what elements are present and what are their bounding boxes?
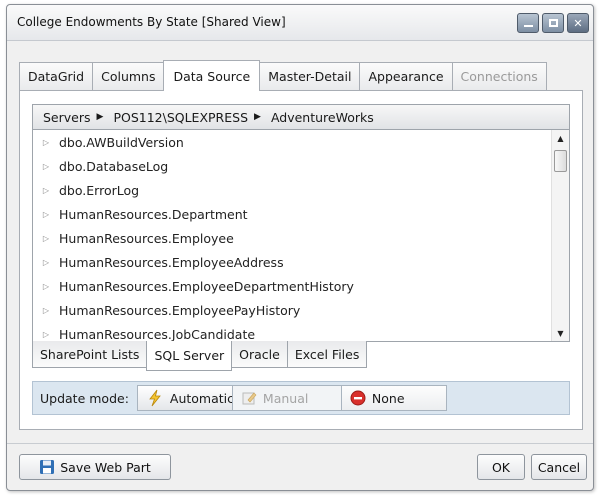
chevron-right-icon: ▶: [96, 112, 104, 122]
tree-item[interactable]: ▷ HumanResources.Employee: [33, 226, 553, 250]
tree-item-label: HumanResources.Employee: [59, 230, 234, 246]
update-mode-label: Update mode:: [40, 390, 129, 406]
source-type-tabs: SharePoint Lists SQL Server Oracle Excel…: [32, 341, 368, 371]
tab-oracle[interactable]: Oracle: [231, 341, 288, 368]
tree-item-label: dbo.ErrorLog: [59, 182, 140, 198]
scroll-up-icon[interactable]: ▲: [552, 130, 569, 146]
close-button[interactable]: ✕: [567, 13, 589, 33]
tab-data-source[interactable]: Data Source: [163, 60, 261, 91]
data-source-panel: Servers ▶ POS112\SQLEXPRESS ▶ AdventureW…: [19, 90, 583, 430]
main-tabs: DataGrid Columns Data Source Master-Deta…: [19, 60, 547, 91]
title-bar[interactable]: College Endowments By State [Shared View…: [7, 5, 593, 41]
manual-mode-button: Manual: [231, 385, 342, 411]
tab-sharepoint-lists[interactable]: SharePoint Lists: [32, 341, 148, 368]
tab-label: Data Source: [173, 68, 251, 84]
window-title: College Endowments By State [Shared View…: [17, 15, 286, 29]
window-controls: ✕: [517, 13, 589, 33]
breadcrumb-servers[interactable]: Servers ▶: [43, 110, 113, 125]
tree-item[interactable]: ▷ dbo.ErrorLog: [33, 178, 553, 202]
tab-label: SQL Server: [154, 348, 225, 363]
scroll-down-icon[interactable]: ▼: [552, 325, 569, 341]
tab-label: Connections: [460, 69, 538, 84]
breadcrumb-label: POS112\SQLEXPRESS: [113, 109, 249, 125]
tree-item-label: dbo.DatabaseLog: [59, 158, 169, 174]
footer-divider: [7, 443, 593, 444]
mode-label: Automatic: [169, 390, 235, 406]
tab-label: Oracle: [239, 346, 280, 362]
expand-arrow-icon[interactable]: ▷: [33, 234, 59, 243]
save-disk-icon: [39, 459, 55, 475]
tree-item[interactable]: ▷ dbo.DatabaseLog: [33, 154, 553, 178]
ok-button[interactable]: OK: [477, 454, 525, 480]
tab-label: DataGrid: [28, 69, 85, 84]
minimize-button[interactable]: [517, 13, 539, 33]
tab-appearance[interactable]: Appearance: [359, 62, 453, 90]
expand-arrow-icon[interactable]: ▷: [33, 186, 59, 195]
tree-item[interactable]: ▷ dbo.AWBuildVersion: [33, 130, 553, 154]
expand-arrow-icon[interactable]: ▷: [33, 306, 59, 315]
expand-arrow-icon[interactable]: ▷: [33, 138, 59, 147]
breadcrumb-label: AdventureWorks: [270, 109, 374, 125]
manual-edit-icon: [241, 390, 257, 406]
tab-master-detail[interactable]: Master-Detail: [259, 62, 361, 90]
tree-item-label: HumanResources.EmployeePayHistory: [59, 302, 301, 318]
tab-excel-files[interactable]: Excel Files: [286, 341, 368, 368]
tree-item-label: HumanResources.EmployeeAddress: [59, 254, 284, 270]
tree-item[interactable]: ▷ HumanResources.Department: [33, 202, 553, 226]
expand-arrow-icon[interactable]: ▷: [33, 282, 59, 291]
tab-sql-server[interactable]: SQL Server: [146, 341, 233, 371]
tab-connections: Connections: [451, 62, 547, 90]
tab-label: Master-Detail: [268, 69, 352, 84]
expand-arrow-icon[interactable]: ▷: [33, 162, 59, 171]
close-icon: ✕: [573, 16, 583, 30]
mode-label: Manual: [262, 390, 309, 406]
automatic-mode-button[interactable]: Automatic: [136, 385, 235, 411]
tab-label: SharePoint Lists: [40, 346, 140, 362]
tab-label: Excel Files: [294, 346, 360, 362]
lightning-icon: [146, 389, 164, 407]
tree-item-label: HumanResources.JobCandidate: [59, 326, 256, 342]
save-web-part-button[interactable]: Save Web Part: [19, 454, 171, 480]
tab-label: Appearance: [368, 69, 444, 84]
chevron-right-icon: ▶: [254, 112, 261, 122]
button-label: Save Web Part: [60, 459, 151, 475]
tab-columns[interactable]: Columns: [92, 62, 165, 90]
update-mode-bar: Update mode: Automatic Manual None: [32, 381, 570, 415]
expand-arrow-icon[interactable]: ▷: [33, 258, 59, 267]
table-tree: ▷ dbo.AWBuildVersion ▷ dbo.DatabaseLog ▷…: [32, 130, 570, 342]
cancel-button[interactable]: Cancel: [531, 454, 587, 480]
tree-scrollbar[interactable]: ▲ ▼: [551, 130, 569, 341]
tree-item[interactable]: ▷ HumanResources.JobCandidate: [33, 322, 553, 342]
stop-icon: [350, 390, 366, 406]
scroll-thumb[interactable]: [554, 150, 567, 172]
expand-arrow-icon[interactable]: ▷: [33, 330, 59, 339]
tree-item[interactable]: ▷ HumanResources.EmployeeAddress: [33, 250, 553, 274]
tree-item-label: HumanResources.EmployeeDepartmentHistory: [59, 278, 354, 294]
tree-item[interactable]: ▷ HumanResources.EmployeePayHistory: [33, 298, 553, 322]
dialog-window: College Endowments By State [Shared View…: [6, 4, 594, 491]
none-mode-button[interactable]: None: [340, 385, 447, 411]
button-label: OK: [491, 459, 511, 475]
breadcrumb-database[interactable]: AdventureWorks: [271, 110, 374, 125]
maximize-button[interactable]: [542, 13, 564, 33]
tab-datagrid[interactable]: DataGrid: [19, 62, 94, 90]
breadcrumb-label: Servers: [43, 109, 91, 125]
expand-arrow-icon[interactable]: ▷: [33, 210, 59, 219]
tree-item-label: HumanResources.Department: [59, 206, 248, 222]
tree-item-label: dbo.AWBuildVersion: [59, 134, 184, 150]
tab-label: Columns: [101, 69, 156, 84]
maximize-icon: [548, 19, 558, 27]
breadcrumb: Servers ▶ POS112\SQLEXPRESS ▶ AdventureW…: [32, 104, 570, 130]
minimize-icon: [523, 24, 533, 27]
tree-item[interactable]: ▷ HumanResources.EmployeeDepartmentHisto…: [33, 274, 553, 298]
breadcrumb-server[interactable]: POS112\SQLEXPRESS ▶: [113, 110, 271, 125]
button-label: Cancel: [537, 459, 581, 475]
mode-label: None: [371, 390, 405, 406]
